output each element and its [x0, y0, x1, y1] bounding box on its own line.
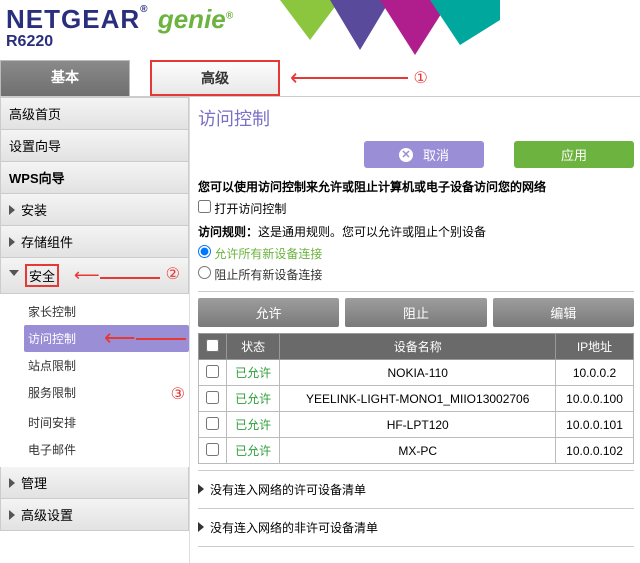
block-button[interactable]: 阻止: [345, 298, 486, 327]
row-check[interactable]: [199, 360, 227, 386]
radio-allow-new[interactable]: 允许所有新设备连接: [198, 247, 322, 261]
caret-icon: [9, 510, 15, 520]
allowed-offline-list[interactable]: 没有连入网络的许可设备清单: [198, 477, 634, 502]
genie-logo: genie®: [158, 4, 233, 34]
row-device: MX-PC: [280, 438, 556, 464]
table-row: 已允许MX-PC10.0.0.102: [199, 438, 634, 464]
sidebar-advset[interactable]: 高级设置: [0, 499, 189, 531]
sidebar-manage[interactable]: 管理: [0, 467, 189, 499]
sub-schedule[interactable]: 时间安排: [24, 409, 189, 436]
sidebar-install[interactable]: 安装: [0, 194, 189, 226]
allow-button[interactable]: 允许: [198, 298, 339, 327]
annotation-3: ③: [171, 384, 185, 404]
table-row: 已允许HF-LPT12010.0.0.101: [199, 412, 634, 438]
sub-parental[interactable]: 家长控制: [24, 298, 189, 325]
edit-button[interactable]: 编辑: [493, 298, 634, 327]
row-check[interactable]: [199, 438, 227, 464]
sidebar-security[interactable]: 安全 ⟵②: [0, 258, 189, 294]
col-status: 状态: [227, 334, 280, 360]
caret-icon: [9, 205, 15, 215]
row-ip: 10.0.0.102: [556, 438, 634, 464]
row-status: 已允许: [227, 438, 280, 464]
row-device: NOKIA-110: [280, 360, 556, 386]
decorative-triangles: [280, 0, 500, 58]
row-device: YEELINK-LIGHT-MONO1_MIIO13002706: [280, 386, 556, 412]
header: NETGEAR® genie® R6220: [0, 0, 640, 60]
sidebar-wizard[interactable]: 设置向导: [0, 130, 189, 162]
content-panel: 访问控制 ✕取消 应用 您可以使用访问控制来允许或阻止计算机或电子设备访问您的网…: [190, 97, 640, 563]
row-check[interactable]: [199, 386, 227, 412]
col-check[interactable]: [199, 334, 227, 360]
sidebar-wps[interactable]: WPS向导: [0, 162, 189, 194]
caret-down-icon: [9, 270, 19, 281]
row-ip: 10.0.0.100: [556, 386, 634, 412]
caret-icon: [198, 522, 204, 532]
arrow-icon: ⟵: [104, 325, 186, 351]
blocked-offline-list[interactable]: 没有连入网络的非许可设备清单: [198, 515, 634, 540]
enable-checkbox[interactable]: 打开访问控制: [198, 202, 286, 216]
security-submenu: 家长控制 访问控制 ⟵ 站点限制 服务限制③ 时间安排 电子邮件: [0, 294, 189, 467]
annotation-1: ⟵ ①: [290, 60, 428, 96]
table-row: 已允许YEELINK-LIGHT-MONO1_MIIO1300270610.0.…: [199, 386, 634, 412]
row-status: 已允许: [227, 360, 280, 386]
device-table: 状态 设备名称 IP地址 已允许NOKIA-11010.0.0.2已允许YEEL…: [198, 333, 634, 464]
sidebar: 高级首页 设置向导 WPS向导 安装 存储组件 安全 ⟵② 家长控制 访问控制 …: [0, 97, 190, 563]
main-tabs: 基本 高级 ⟵ ①: [0, 60, 640, 97]
rule-line: 访问规则：这是通用规则。您可以允许或阻止个别设备: [198, 220, 634, 243]
caret-icon: [9, 237, 15, 247]
sub-service[interactable]: 服务限制③: [24, 379, 189, 409]
row-status: 已允许: [227, 386, 280, 412]
radio-block-new[interactable]: 阻止所有新设备连接: [198, 268, 322, 282]
tab-advanced[interactable]: 高级: [150, 60, 280, 96]
sub-site[interactable]: 站点限制: [24, 352, 189, 379]
row-device: HF-LPT120: [280, 412, 556, 438]
sidebar-home[interactable]: 高级首页: [0, 97, 189, 130]
row-ip: 10.0.0.101: [556, 412, 634, 438]
row-check[interactable]: [199, 412, 227, 438]
table-row: 已允许NOKIA-11010.0.0.2: [199, 360, 634, 386]
row-ip: 10.0.0.2: [556, 360, 634, 386]
annotation-2: ⟵②: [74, 264, 180, 286]
col-name: 设备名称: [280, 334, 556, 360]
caret-icon: [198, 484, 204, 494]
col-ip: IP地址: [556, 334, 634, 360]
description: 您可以使用访问控制来允许或阻止计算机或电子设备访问您的网络: [198, 176, 634, 197]
caret-icon: [9, 478, 15, 488]
x-icon: ✕: [399, 148, 413, 162]
sidebar-storage[interactable]: 存储组件: [0, 226, 189, 258]
row-status: 已允许: [227, 412, 280, 438]
apply-button[interactable]: 应用: [514, 141, 634, 168]
sub-access-control[interactable]: 访问控制 ⟵: [24, 325, 189, 352]
cancel-button[interactable]: ✕取消: [364, 141, 484, 168]
tab-basic[interactable]: 基本: [0, 60, 130, 96]
sub-email[interactable]: 电子邮件: [24, 436, 189, 463]
brand-logo: NETGEAR®: [6, 4, 149, 34]
page-title: 访问控制: [198, 99, 634, 137]
